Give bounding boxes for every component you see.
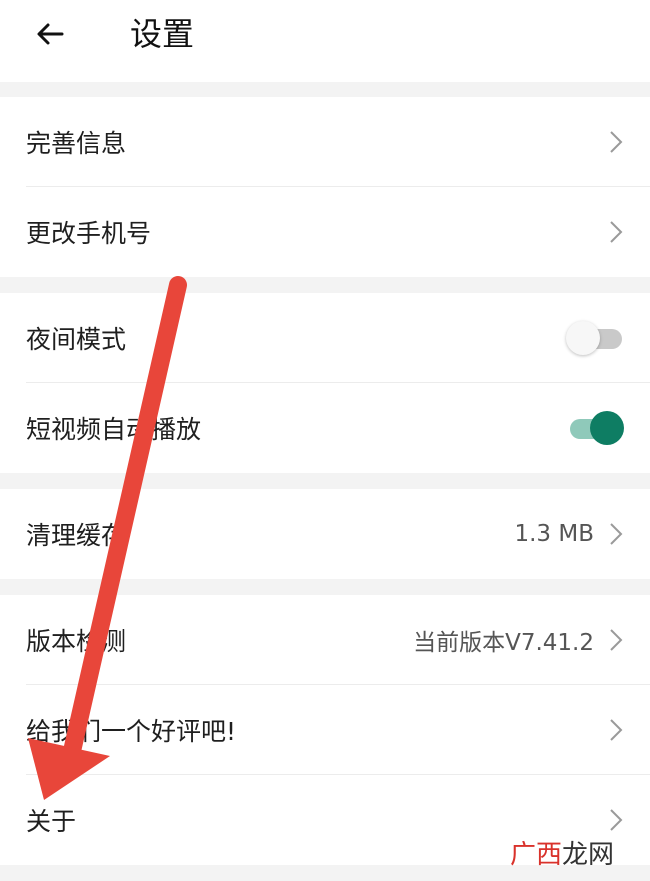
section-gap (0, 277, 650, 293)
chevron-right-icon (608, 129, 624, 155)
row-version-check[interactable]: 版本检测 当前版本V7.41.2 (0, 595, 650, 685)
row-label: 完善信息 (26, 129, 127, 158)
autoplay-toggle[interactable] (566, 411, 624, 445)
row-autoplay-video: 短视频自动播放 (0, 383, 650, 473)
row-label: 更改手机号 (26, 219, 152, 248)
row-label: 关于 (26, 807, 77, 836)
back-button[interactable] (28, 12, 72, 56)
row-complete-info[interactable]: 完善信息 (0, 97, 650, 187)
settings-screen: 设置 完善信息 更改手机号 夜间模式 短视频自动播放 清理缓存 1.3 MB 版… (0, 0, 650, 881)
watermark-part1: 广西 (509, 840, 562, 870)
current-version-value: 当前版本V7.41.2 (413, 630, 594, 656)
chevron-right-icon (608, 521, 624, 547)
section-gap (0, 473, 650, 489)
header-bar: 设置 (0, 0, 650, 82)
page-title: 设置 (130, 15, 195, 53)
settings-group-account: 完善信息 更改手机号 (0, 97, 650, 277)
row-change-phone[interactable]: 更改手机号 (0, 187, 650, 277)
watermark-logo: 广西龙网 (510, 834, 614, 871)
chevron-right-icon (608, 807, 624, 833)
settings-group-display: 夜间模式 短视频自动播放 (0, 293, 650, 473)
section-gap (0, 579, 650, 595)
row-night-mode: 夜间模式 (0, 293, 650, 383)
watermark-part2: 龙网 (561, 840, 614, 870)
chevron-right-icon (608, 717, 624, 743)
row-label: 夜间模式 (26, 325, 127, 354)
arrow-left-icon (37, 23, 64, 45)
settings-group-storage: 清理缓存 1.3 MB (0, 489, 650, 579)
chevron-right-icon (608, 627, 624, 653)
cache-size-value: 1.3 MB (514, 521, 594, 547)
night-mode-toggle[interactable] (566, 321, 624, 355)
chevron-right-icon (608, 219, 624, 245)
row-clear-cache[interactable]: 清理缓存 1.3 MB (0, 489, 650, 579)
row-label: 清理缓存 (26, 521, 127, 550)
row-label: 短视频自动播放 (26, 415, 202, 444)
row-label: 给我们一个好评吧! (26, 717, 237, 746)
section-gap (0, 82, 650, 97)
row-label: 版本检测 (26, 627, 127, 656)
settings-group-about: 版本检测 当前版本V7.41.2 给我们一个好评吧! 关于 (0, 595, 650, 865)
row-rate-us[interactable]: 给我们一个好评吧! (0, 685, 650, 775)
